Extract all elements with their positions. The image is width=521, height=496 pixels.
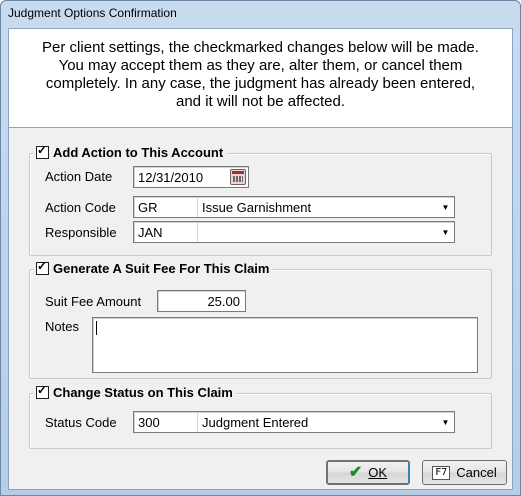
responsible-label: Responsible xyxy=(45,225,117,240)
dialog-body: Per client settings, the checkmarked cha… xyxy=(8,28,513,490)
dialog-window: Judgment Options Confirmation Per client… xyxy=(0,0,521,496)
window-title: Judgment Options Confirmation xyxy=(8,6,177,20)
checkmark-icon: ✓ xyxy=(37,143,48,157)
title-bar[interactable]: Judgment Options Confirmation xyxy=(1,1,520,27)
f7-key-icon: F7 xyxy=(432,465,451,480)
status-code-label: Status Code xyxy=(45,415,117,430)
chevron-down-icon[interactable]: ▼ xyxy=(438,413,453,431)
responsible-value: JAN xyxy=(138,225,163,240)
notes-value xyxy=(96,321,97,335)
change-status-checkbox[interactable]: ✓ xyxy=(36,383,49,399)
chevron-down-icon[interactable]: ▼ xyxy=(438,198,453,216)
action-code-value: GR xyxy=(138,200,158,215)
action-date-value: 12/31/2010 xyxy=(138,170,204,185)
notes-label: Notes xyxy=(45,319,79,334)
add-action-legend[interactable]: ✓ Add Action to This Account xyxy=(34,143,228,160)
cancel-label: Cancel xyxy=(456,465,497,480)
cancel-button[interactable]: F7 Cancel xyxy=(422,460,507,485)
action-code-select[interactable]: GR Issue Garnishment ▼ xyxy=(133,196,455,218)
responsible-select[interactable]: JAN ▼ xyxy=(133,221,455,243)
info-line-3: completely. In any case, the judgment ha… xyxy=(45,75,476,92)
change-status-label: Change Status on This Claim xyxy=(53,385,233,400)
calendar-icon[interactable] xyxy=(230,169,246,185)
add-action-label: Add Action to This Account xyxy=(53,145,224,160)
checkmark-icon: ✓ xyxy=(37,383,48,397)
info-header: Per client settings, the checkmarked cha… xyxy=(9,29,512,128)
notes-textarea[interactable] xyxy=(92,317,478,373)
status-code-select[interactable]: 300 Judgment Entered ▼ xyxy=(133,411,455,433)
change-status-legend[interactable]: ✓ Change Status on This Claim xyxy=(34,383,237,400)
suit-fee-label: Generate A Suit Fee For This Claim xyxy=(53,261,270,276)
suit-fee-checkbox[interactable]: ✓ xyxy=(36,259,49,275)
info-line-1: Per client settings, the checkmarked cha… xyxy=(42,39,479,56)
add-action-group: ✓ Add Action to This Account Action Date… xyxy=(29,144,492,256)
chevron-down-icon[interactable]: ▼ xyxy=(438,223,453,241)
suit-fee-amount-value: 25.00 xyxy=(207,294,240,309)
ok-label: OK xyxy=(368,465,388,480)
status-desc: Judgment Entered xyxy=(202,415,309,430)
checkmark-icon: ✓ xyxy=(37,259,48,273)
add-action-checkbox[interactable]: ✓ xyxy=(36,143,49,159)
check-icon: ✔ xyxy=(348,463,363,481)
suit-fee-amount-label: Suit Fee Amount xyxy=(45,294,142,309)
ok-button[interactable]: ✔ OK xyxy=(326,460,410,485)
status-code-value: 300 xyxy=(138,415,160,430)
info-line-2: You may accept them as they are, alter t… xyxy=(58,57,463,74)
action-code-label: Action Code xyxy=(45,200,116,215)
action-date-label: Action Date xyxy=(45,169,113,184)
info-line-4: and it will not be affected. xyxy=(176,93,345,110)
action-date-field[interactable]: 12/31/2010 xyxy=(133,166,249,188)
suit-fee-group: ✓ Generate A Suit Fee For This Claim Sui… xyxy=(29,260,492,379)
change-status-group: ✓ Change Status on This Claim Status Cod… xyxy=(29,384,492,449)
suit-fee-legend[interactable]: ✓ Generate A Suit Fee For This Claim xyxy=(34,259,274,276)
action-code-desc: Issue Garnishment xyxy=(202,200,312,215)
suit-fee-amount-field[interactable]: 25.00 xyxy=(157,290,246,312)
